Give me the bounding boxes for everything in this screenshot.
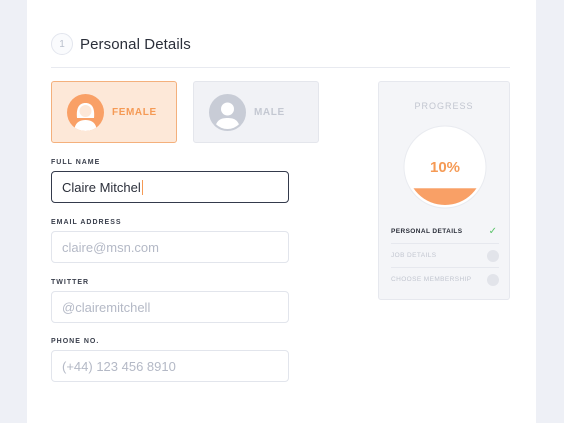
email-input[interactable]: claire@msn.com (51, 231, 289, 263)
progress-steps: PERSONAL DETAILS ✓ JOB DETAILS CHOOSE ME… (391, 220, 499, 291)
pending-dot-icon (487, 273, 499, 286)
progress-panel: PROGRESS 10% PERSONAL DETAILS ✓ JOB DETA… (378, 81, 510, 300)
full-name-value: Claire Mitchel (62, 179, 141, 195)
email-placeholder: claire@msn.com (62, 239, 159, 255)
pending-dot-icon (487, 249, 499, 262)
full-name-label: FULL NAME (51, 159, 101, 166)
gender-option-male[interactable]: MALE (193, 81, 319, 143)
progress-percent: 10% (430, 159, 460, 176)
male-avatar-icon (209, 93, 246, 131)
gender-label-female: FEMALE (112, 106, 157, 118)
step-personal-details: PERSONAL DETAILS ✓ (391, 220, 499, 244)
twitter-label: TWITTER (51, 279, 90, 286)
phone-label: PHONE NO. (51, 338, 100, 345)
check-icon: ✓ (488, 226, 498, 237)
phone-placeholder: (+44) 123 456 8910 (62, 358, 176, 374)
step-label: CHOOSE MEMBERSHIP (391, 276, 472, 283)
full-name-input[interactable]: Claire Mitchel (51, 171, 289, 203)
twitter-input[interactable]: @clairemitchell (51, 291, 289, 323)
email-label: EMAIL ADDRESS (51, 219, 122, 226)
step-job-details: JOB DETAILS (391, 244, 499, 268)
section-header: 1 Personal Details (51, 32, 191, 56)
phone-input[interactable]: (+44) 123 456 8910 (51, 350, 289, 382)
gender-label-male: MALE (254, 106, 285, 118)
twitter-placeholder: @clairemitchell (62, 299, 151, 315)
progress-gauge: 10% (403, 125, 487, 209)
text-caret (141, 179, 143, 195)
section-title: Personal Details (80, 35, 191, 53)
step-number-badge: 1 (51, 33, 73, 55)
female-avatar-icon (67, 93, 104, 131)
step-label: JOB DETAILS (391, 252, 437, 259)
form-card: 1 Personal Details FEMALE MALE FULL NAME… (27, 0, 536, 423)
step-choose-membership: CHOOSE MEMBERSHIP (391, 268, 499, 291)
gender-option-female[interactable]: FEMALE (51, 81, 177, 143)
step-label: PERSONAL DETAILS (391, 228, 463, 235)
header-divider (51, 67, 510, 68)
gauge-fill (407, 188, 483, 205)
progress-title: PROGRESS (414, 101, 474, 111)
